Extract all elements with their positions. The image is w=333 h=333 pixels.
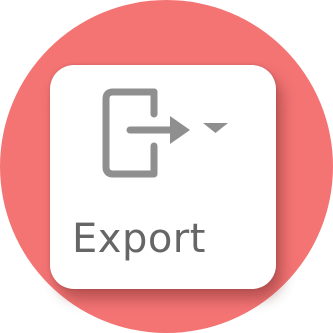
screenshot-stage: Export — [0, 0, 333, 333]
caret-down-icon — [203, 123, 228, 133]
export-icon — [102, 88, 228, 178]
export-button[interactable]: Export — [50, 65, 276, 289]
export-label: Export — [72, 216, 206, 262]
